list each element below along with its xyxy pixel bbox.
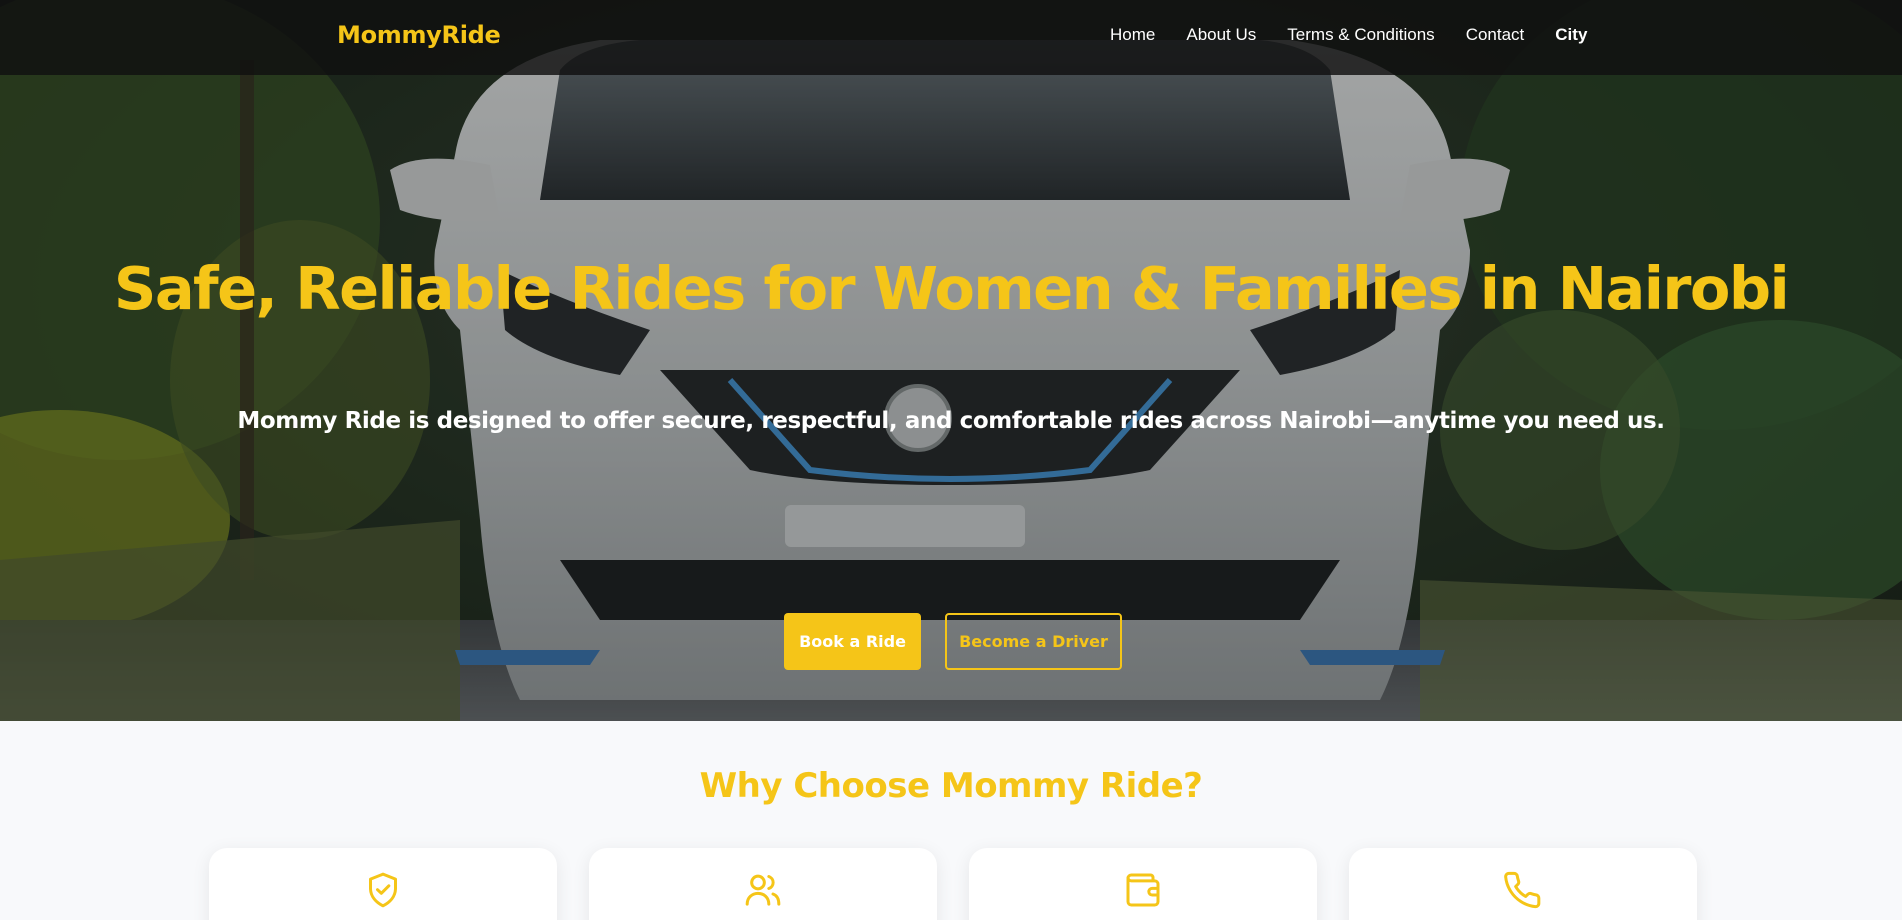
main-nav: Home About Us Terms & Conditions Contact… — [1110, 25, 1587, 45]
shield-check-icon — [369, 872, 397, 908]
nav-contact[interactable]: Contact — [1466, 25, 1525, 45]
nav-city[interactable]: City — [1555, 25, 1587, 45]
features-title: Why Choose Mommy Ride? — [699, 766, 1203, 806]
feature-card-affordable — [969, 848, 1317, 920]
hero-section: Safe, Reliable Rides for Women & Familie… — [0, 0, 1902, 721]
navbar: MommyRide Home About Us Terms & Conditio… — [0, 0, 1902, 75]
nav-home[interactable]: Home — [1110, 25, 1155, 45]
feature-card-support — [1349, 848, 1697, 920]
phone-icon — [1504, 871, 1541, 909]
nav-about-us[interactable]: About Us — [1186, 25, 1256, 45]
brand-logo[interactable]: MommyRide — [337, 21, 501, 49]
users-icon — [745, 874, 781, 906]
book-ride-button[interactable]: Book a Ride — [784, 613, 921, 670]
become-driver-button[interactable]: Become a Driver — [945, 613, 1122, 670]
hero-title: Safe, Reliable Rides for Women & Familie… — [113, 254, 1790, 323]
feature-card-community — [589, 848, 937, 920]
wallet-icon — [1126, 873, 1160, 907]
nav-terms-conditions[interactable]: Terms & Conditions — [1287, 25, 1434, 45]
hero-subtitle: Mommy Ride is designed to offer secure, … — [237, 408, 1665, 434]
feature-card-safety — [209, 848, 557, 920]
